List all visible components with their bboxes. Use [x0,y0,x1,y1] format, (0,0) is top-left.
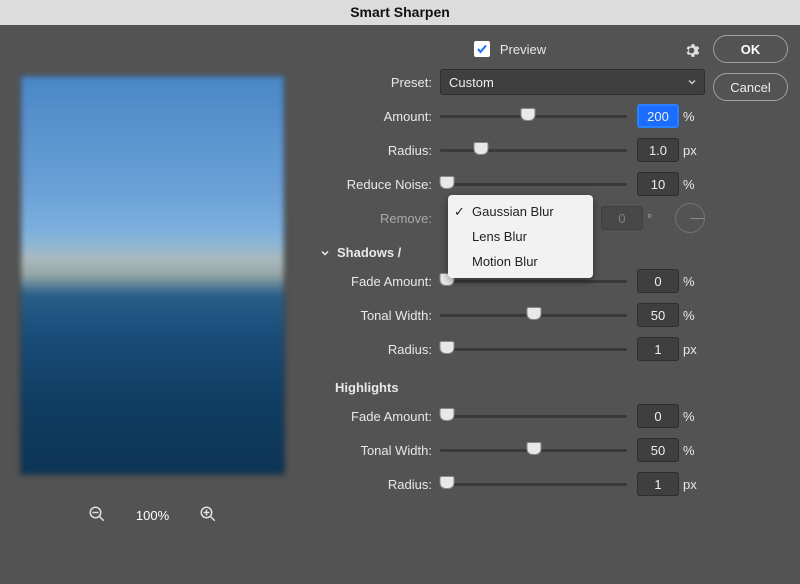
shadows-radius-label: Radius: [315,342,440,357]
zoom-level: 100% [136,508,169,523]
highlights-radius-label: Radius: [315,477,440,492]
highlights-fade-slider[interactable] [440,405,627,427]
reduce-noise-slider[interactable] [440,173,627,195]
highlights-radius-input[interactable]: 1 [637,472,679,496]
zoom-out-icon[interactable] [88,505,106,526]
highlights-tonal-slider[interactable] [440,439,627,461]
preset-label: Preset: [315,75,440,90]
shadows-tonal-unit: % [683,308,705,323]
remove-angle-input[interactable]: 0 [601,206,643,230]
shadows-tonal-input[interactable]: 50 [637,303,679,327]
radius-label: Radius: [315,143,440,158]
highlights-radius-slider[interactable] [440,473,627,495]
shadows-fade-input[interactable]: 0 [637,269,679,293]
radius-thumb[interactable] [474,142,489,155]
shadows-tonal-label: Tonal Width: [315,308,440,323]
highlights-radius-thumb[interactable] [440,476,455,489]
chevron-down-icon [686,76,698,91]
highlights-tonal-unit: % [683,443,705,458]
highlights-fade-label: Fade Amount: [315,409,440,424]
preview-label: Preview [500,42,546,57]
radius-slider[interactable] [440,139,627,161]
amount-slider[interactable] [440,105,627,127]
highlights-fade-thumb[interactable] [440,408,455,421]
reduce-noise-thumb[interactable] [440,176,455,189]
reduce-noise-label: Reduce Noise: [315,177,440,192]
amount-input[interactable]: 200 [637,104,679,128]
highlights-tonal-thumb[interactable] [526,442,541,455]
highlights-fade-input[interactable]: 0 [637,404,679,428]
reduce-noise-unit: % [683,177,705,192]
check-icon: ✓ [454,204,465,220]
highlights-fade-unit: % [683,409,705,424]
shadows-fade-unit: % [683,274,705,289]
angle-dial[interactable] [675,203,705,233]
gear-icon[interactable] [683,42,700,62]
dropdown-item-lens[interactable]: Lens Blur [448,224,593,249]
highlights-radius-unit: px [683,477,705,492]
amount-thumb[interactable] [520,108,535,121]
ok-button[interactable]: OK [713,35,788,63]
shadows-tonal-thumb[interactable] [526,307,541,320]
shadows-radius-unit: px [683,342,705,357]
dropdown-item-gaussian[interactable]: ✓ Gaussian Blur [448,199,593,224]
highlights-section-header: Highlights [315,366,705,399]
shadows-radius-thumb[interactable] [440,341,455,354]
shadows-fade-label: Fade Amount: [315,274,440,289]
preview-image[interactable] [20,75,285,475]
dropdown-item-motion[interactable]: Motion Blur [448,249,593,274]
shadows-radius-slider[interactable] [440,338,627,360]
highlights-tonal-label: Tonal Width: [315,443,440,458]
remove-angle-unit: ° [647,211,669,226]
shadows-radius-input[interactable]: 1 [637,337,679,361]
remove-label: Remove: [315,211,440,226]
shadows-tonal-slider[interactable] [440,304,627,326]
preview-checkbox[interactable] [474,41,490,57]
cancel-button[interactable]: Cancel [713,73,788,101]
preset-combo[interactable]: Custom [440,69,705,95]
amount-label: Amount: [315,109,440,124]
radius-input[interactable]: 1.0 [637,138,679,162]
radius-unit: px [683,143,705,158]
zoom-in-icon[interactable] [199,505,217,526]
reduce-noise-input[interactable]: 10 [637,172,679,196]
remove-dropdown[interactable]: ✓ Gaussian Blur Lens Blur Motion Blur [448,195,593,278]
dialog-title: Smart Sharpen [0,0,800,25]
amount-unit: % [683,109,705,124]
highlights-tonal-input[interactable]: 50 [637,438,679,462]
